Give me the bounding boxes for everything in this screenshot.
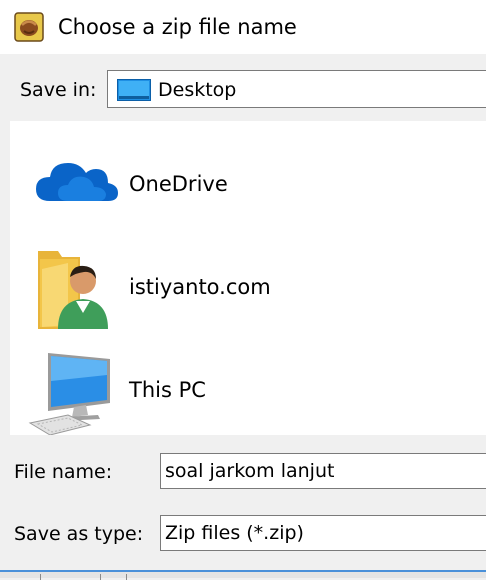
save-as-type-label: Save as type: — [14, 523, 144, 545]
save-as-type-dropdown[interactable]: Zip files (*.zip) — [160, 515, 486, 551]
window-title: Choose a zip file name — [58, 15, 297, 39]
file-name-value: soal jarkom lanjut — [165, 460, 335, 482]
desktop-icon — [117, 79, 151, 101]
onedrive-cloud-icon — [36, 163, 118, 201]
place-this-pc[interactable]: This PC — [10, 339, 486, 439]
user-folder-icon — [38, 251, 108, 329]
this-pc-icon — [28, 353, 110, 435]
place-label-this-pc: This PC — [129, 378, 206, 402]
divider — [100, 574, 101, 580]
winzip-icon — [14, 12, 44, 42]
save-as-type-value: Zip files (*.zip) — [165, 522, 304, 544]
save-in-value: Desktop — [158, 79, 237, 101]
file-name-input[interactable]: soal jarkom lanjut — [160, 453, 486, 489]
save-in-dropdown[interactable]: Desktop — [107, 70, 486, 108]
title-bar: Choose a zip file name — [0, 0, 486, 54]
place-user-folder[interactable]: istiyanto.com — [10, 236, 486, 336]
place-onedrive[interactable]: OneDrive — [10, 133, 486, 233]
file-name-label: File name: — [14, 461, 113, 483]
divider — [126, 574, 127, 580]
places-list: OneDrive istiyanto.com This PC — [10, 121, 486, 435]
save-in-label: Save in: — [20, 79, 97, 101]
place-label-onedrive: OneDrive — [129, 172, 228, 196]
divider — [40, 574, 41, 580]
place-label-user-folder: istiyanto.com — [129, 275, 271, 299]
bottom-edge — [0, 570, 486, 580]
